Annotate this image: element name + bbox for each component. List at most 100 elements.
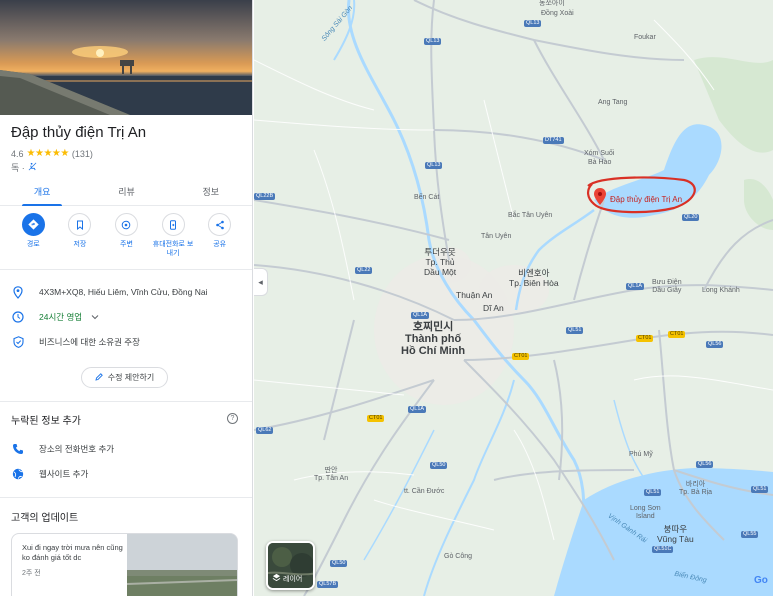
road-shield: QL22 bbox=[355, 267, 373, 274]
save-button[interactable]: 저장 bbox=[59, 213, 101, 268]
tab-reviews[interactable]: 리뷰 bbox=[84, 176, 168, 205]
clock-icon bbox=[11, 310, 25, 324]
claim-row[interactable]: 비즈니스에 대한 소유권 주장 bbox=[11, 335, 140, 349]
map-label-ba-hao: Bà Hào bbox=[588, 159, 612, 166]
tab-about[interactable]: 정보 bbox=[169, 176, 252, 205]
map-label-foukar: Foukar bbox=[634, 34, 656, 41]
road-shield: QL20 bbox=[682, 214, 700, 221]
road-shield: QL51 bbox=[644, 489, 662, 496]
claim-text: 비즈니스에 대한 소유권 주장 bbox=[39, 337, 140, 347]
place-tabs: 개요 리뷰 정보 bbox=[0, 176, 252, 206]
rating-value: 4.6 bbox=[11, 148, 24, 159]
road-shield: QL51 bbox=[566, 327, 584, 334]
map-label-ang-tang: Ang Tang bbox=[598, 99, 628, 106]
road-shield: QL62 bbox=[256, 427, 274, 434]
add-phone-text: 장소의 전화번호 추가 bbox=[39, 444, 115, 454]
road-shield: QL1A bbox=[411, 312, 430, 319]
map-label-tan-uyen: Tân Uyên bbox=[481, 233, 512, 240]
road-shield: CT01 bbox=[367, 415, 385, 422]
google-logo: Go bbox=[754, 575, 768, 586]
road-shield: QL51C bbox=[652, 546, 674, 553]
place-marker-label[interactable]: Đập thủy điện Trị An bbox=[610, 195, 682, 204]
category-row: 독 · bbox=[11, 161, 37, 174]
globe-icon bbox=[11, 467, 25, 481]
tab-overview[interactable]: 개요 bbox=[0, 176, 84, 206]
place-photo[interactable] bbox=[0, 0, 252, 115]
map-label-dong-xoai-kr: 동쏘아이 bbox=[539, 0, 565, 7]
divider bbox=[0, 401, 252, 402]
hours-row[interactable]: 24시간 영업 bbox=[11, 310, 99, 324]
update-text: Xui đi ngay trời mưa nên cũng ko đánh gi… bbox=[22, 543, 123, 562]
rating-stars: ★★★★★ bbox=[26, 148, 70, 159]
help-icon[interactable]: ? bbox=[227, 413, 238, 424]
road-shield: DT741 bbox=[543, 137, 564, 144]
pencil-icon bbox=[95, 372, 103, 383]
road-shield: QL13 bbox=[524, 20, 542, 27]
action-bar: 경로 저장 주변 휴대전화로 보내기 공유 bbox=[0, 213, 252, 268]
review-count[interactable]: (131) bbox=[72, 149, 93, 159]
bookmark-icon bbox=[68, 213, 92, 236]
map-base bbox=[254, 0, 773, 596]
hours-text: 24시간 영업 bbox=[39, 312, 83, 322]
address-text: 4X3M+XQ8, Hiếu Liêm, Vĩnh Cửu, Đồng Nai bbox=[39, 287, 208, 297]
update-photo[interactable] bbox=[126, 534, 237, 596]
map-label-vung-tau: 붕따우 Vũng Tàu bbox=[657, 524, 694, 544]
collapse-panel-button[interactable]: ◂ bbox=[254, 268, 268, 296]
update-card[interactable]: Xui đi ngay trời mưa nên cũng ko đánh gi… bbox=[11, 533, 238, 596]
road-shield: CT01 bbox=[512, 353, 530, 360]
send-to-phone-label: 휴대전화로 보내기 bbox=[152, 241, 194, 257]
divider bbox=[0, 497, 252, 498]
road-shield: QL13 bbox=[425, 162, 443, 169]
map-label-xom-suoi: Xóm Suối bbox=[584, 150, 615, 157]
road-shield: CT01 bbox=[668, 331, 686, 338]
suggest-edit-label: 수정 제안하기 bbox=[107, 373, 155, 382]
rating-row[interactable]: 4.6 ★★★★★ (131) bbox=[11, 148, 93, 159]
updates-title: 고객의 업데이트 bbox=[11, 513, 79, 524]
share-icon bbox=[208, 213, 232, 236]
map-label-go-cong: Gò Công bbox=[444, 553, 473, 560]
road-shield: QL57B bbox=[317, 581, 339, 588]
map-label-tan-an: 딴안 Tp. Tân An bbox=[314, 467, 349, 482]
map-label-di-an: Dĩ An bbox=[483, 303, 504, 313]
phone-icon bbox=[11, 442, 25, 456]
map-label-dong-xoai: Đồng Xoài bbox=[541, 10, 574, 17]
directions-button[interactable]: 경로 bbox=[12, 213, 54, 268]
location-pin-icon bbox=[11, 285, 25, 299]
nearby-label: 주변 bbox=[120, 241, 133, 248]
nearby-button[interactable]: 주변 bbox=[105, 213, 147, 268]
place-title: Đập thủy điện Trị An bbox=[11, 124, 147, 141]
layers-icon bbox=[272, 573, 281, 584]
directions-label: 경로 bbox=[26, 241, 40, 248]
send-to-phone-icon bbox=[161, 213, 185, 236]
map-label-ben-cat: Bến Cát bbox=[414, 194, 440, 201]
add-website-row[interactable]: 웹사이트 추가 bbox=[11, 467, 88, 481]
map-label-long-son: Long Sơn Island bbox=[630, 505, 661, 520]
divider bbox=[0, 269, 252, 270]
road-shield: QL51 bbox=[751, 486, 769, 493]
road-shield: CT01 bbox=[636, 335, 654, 342]
layers-label-wrap: 레이어 bbox=[272, 573, 302, 584]
add-website-text: 웹사이트 추가 bbox=[39, 469, 89, 479]
chevron-down-icon[interactable] bbox=[91, 312, 99, 322]
nearby-icon bbox=[114, 213, 138, 236]
road-shield: QL56 bbox=[706, 341, 724, 348]
map-label-hcm: 호찌민시 Thành phố Hồ Chí Minh bbox=[401, 321, 466, 357]
map-canvas[interactable]: 동쏘아이 Đồng Xoài Foukar Ang Tang Xóm Suối … bbox=[254, 0, 773, 596]
accessibility-icon bbox=[28, 162, 37, 173]
missing-info-title: 누락된 정보 추가 bbox=[11, 416, 81, 427]
road-shield: QL56 bbox=[696, 461, 714, 468]
place-category[interactable]: 독 · bbox=[11, 161, 25, 174]
address-row[interactable]: 4X3M+XQ8, Hiếu Liêm, Vĩnh Cửu, Đồng Nai bbox=[11, 285, 207, 299]
road-shield: QL1A bbox=[408, 406, 427, 413]
share-button[interactable]: 공유 bbox=[199, 213, 241, 268]
send-to-phone-button[interactable]: 휴대전화로 보내기 bbox=[152, 213, 194, 268]
suggest-edit-button[interactable]: 수정 제안하기 bbox=[81, 367, 168, 388]
road-shield: QL22B bbox=[254, 193, 276, 200]
layers-button[interactable]: 레이어 bbox=[266, 541, 315, 590]
map-label-buu-dien: Bưu Điện Dầu Giây bbox=[652, 279, 682, 294]
share-label: 공유 bbox=[213, 241, 227, 248]
map-label-ba-ria: 바리아 Tp. Bà Rịa bbox=[679, 481, 713, 496]
add-phone-row[interactable]: 장소의 전화번호 추가 bbox=[11, 442, 114, 456]
road-shield: QL55 bbox=[741, 531, 759, 538]
map-label-long-khanh: Long Khánh bbox=[702, 287, 740, 294]
